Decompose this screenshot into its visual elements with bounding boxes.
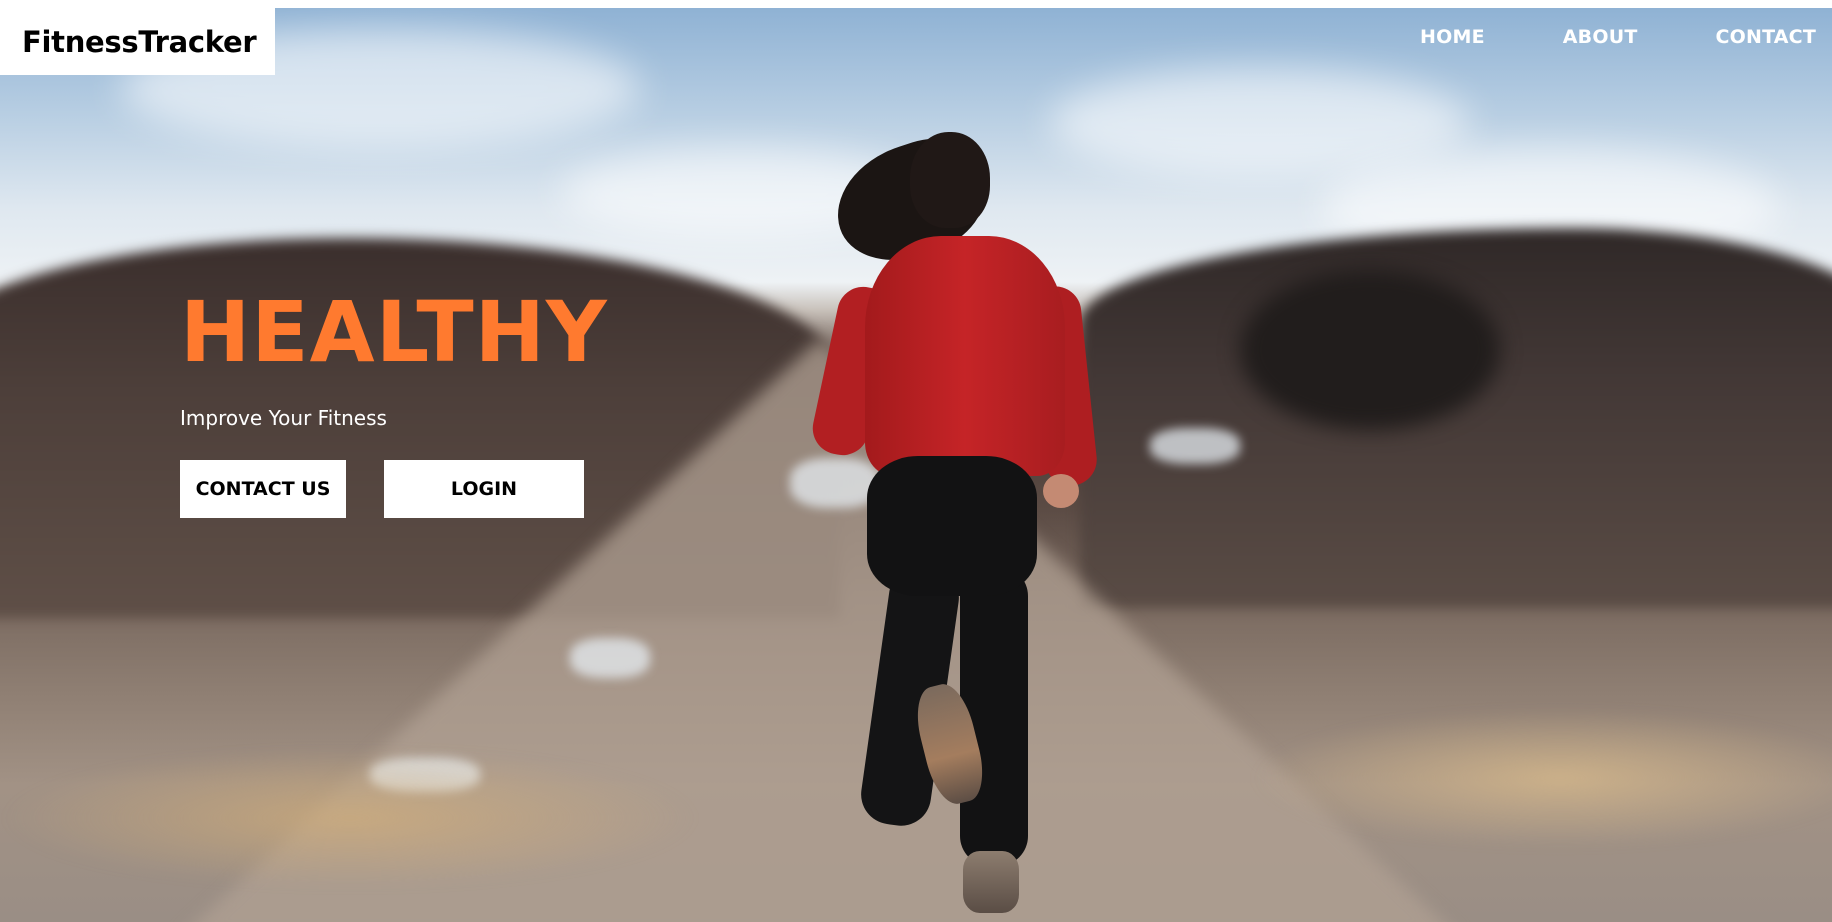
- brand-logo[interactable]: FitnessTracker: [22, 25, 257, 59]
- runner-figure: [807, 125, 1100, 922]
- nav-link-home[interactable]: HOME: [1420, 26, 1485, 48]
- contact-us-button[interactable]: CONTACT US: [180, 460, 346, 518]
- nav-link-about[interactable]: ABOUT: [1563, 26, 1638, 48]
- landing-page: FitnessTracker HOME ABOUT CONTACT HEALTH…: [0, 0, 1832, 922]
- runner-head: [910, 132, 990, 228]
- runner-hips: [867, 456, 1037, 596]
- hero-title: HEALTHY: [180, 283, 608, 381]
- nav-link-contact[interactable]: CONTACT: [1716, 26, 1817, 48]
- hero-button-group: CONTACT US LOGIN: [180, 460, 608, 518]
- dry-grass: [0, 748, 700, 888]
- hero-subtitle: Improve Your Fitness: [180, 406, 387, 430]
- hero-content: HEALTHY Improve Your Fitness CONTACT US …: [180, 290, 608, 518]
- brand-logo-box[interactable]: FitnessTracker: [0, 8, 275, 75]
- main-nav: HOME ABOUT CONTACT: [1342, 26, 1816, 48]
- snow-patch: [1150, 428, 1240, 464]
- runner-jacket: [865, 236, 1065, 476]
- login-button[interactable]: LOGIN: [384, 460, 584, 518]
- runner-hand: [1043, 474, 1079, 508]
- runner-shoe: [963, 851, 1019, 913]
- dry-grass: [1250, 708, 1832, 848]
- snow-patch: [570, 638, 650, 678]
